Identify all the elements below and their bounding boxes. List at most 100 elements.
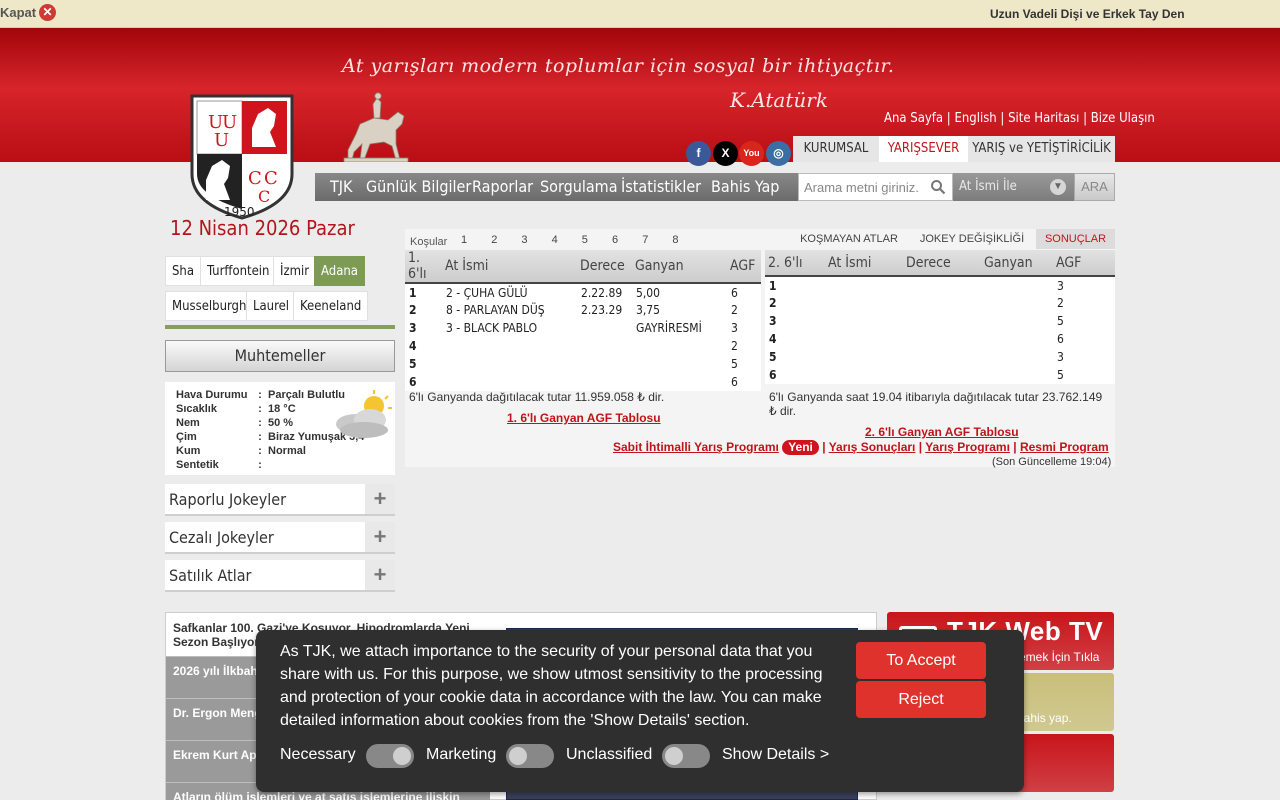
accordion-label: Satılık Atlar: [169, 566, 252, 585]
table-cell: 6: [769, 368, 777, 382]
close-notice-label[interactable]: Kapat: [0, 5, 36, 20]
x-icon[interactable]: X: [713, 141, 738, 166]
tab-jokey-degisikligi[interactable]: JOKEY DEĞİŞİKLİĞİ: [911, 229, 1033, 249]
city-keeneland[interactable]: Keeneland: [293, 291, 369, 321]
col-header: Ganyan: [981, 250, 1053, 277]
agf-table-link-1[interactable]: 1. 6'lı Ganyan AGF Tablosu: [507, 411, 661, 425]
new-badge[interactable]: Yeni: [782, 440, 819, 455]
muhtemeller-button[interactable]: Muhtemeller: [165, 340, 395, 372]
tab-sonuclar[interactable]: SONUÇLAR: [1036, 229, 1115, 249]
table-row[interactable]: 22: [765, 294, 1115, 312]
colon: :: [258, 403, 262, 415]
table-row[interactable]: 42: [405, 337, 761, 355]
city-adana[interactable]: Adana: [314, 256, 365, 286]
nav-bahis-yap[interactable]: Bahis Yap: [711, 173, 779, 201]
colon: :: [258, 431, 262, 443]
accordion-cezali-jokeyler[interactable]: Cezalı Jokeyler +: [165, 522, 395, 554]
table-row[interactable]: 55: [405, 355, 761, 373]
city-musselburgh[interactable]: Musselburgh: [165, 291, 254, 321]
city-laurel[interactable]: Laurel: [246, 291, 297, 321]
search-button[interactable]: ARA: [1074, 173, 1115, 201]
reject-button[interactable]: Reject: [856, 681, 986, 718]
race-number-2[interactable]: 2: [491, 234, 497, 246]
race-number-5[interactable]: 5: [582, 234, 588, 246]
nav-sorgulama[interactable]: Sorgulama: [540, 173, 618, 201]
table-cell: 5: [409, 357, 417, 371]
city-turffontein[interactable]: Turffontein: [200, 256, 277, 286]
close-icon[interactable]: ✕: [39, 4, 56, 21]
race-results-link[interactable]: Yarış Sonuçları: [829, 440, 916, 454]
table-cell: [442, 355, 577, 373]
table-row[interactable]: 65: [765, 366, 1115, 384]
table-cell: 3: [731, 321, 738, 335]
table-cell: [632, 373, 727, 391]
nav-istatistikler[interactable]: İstatistikler: [621, 173, 701, 201]
race-program-link[interactable]: Yarış Programı: [925, 440, 1010, 454]
table-row[interactable]: 3 3 - BLACK PABLO GAYRİRESMİ 3: [405, 319, 761, 337]
table-cell: [825, 366, 903, 384]
table-cell: [577, 355, 632, 373]
table-row[interactable]: 13: [765, 276, 1115, 294]
accordion-raporlu-jokeyler[interactable]: Raporlu Jokeyler +: [165, 484, 395, 516]
table-row[interactable]: 66: [405, 373, 761, 391]
nav-tjk[interactable]: TJK: [330, 173, 352, 201]
home-link[interactable]: Ana Sayfa: [884, 111, 943, 126]
instagram-icon[interactable]: ◎: [766, 141, 791, 166]
table-cell: 3: [1057, 350, 1064, 364]
table-cell: [903, 348, 981, 366]
english-link[interactable]: English: [954, 111, 996, 126]
city-izmir[interactable]: İzmir: [273, 256, 317, 286]
search-icon[interactable]: [930, 179, 946, 195]
table-row[interactable]: 35: [765, 312, 1115, 330]
table-row[interactable]: 1 2 - ÇUHA GÜLÜ 2.22.89 5,00 6: [405, 283, 761, 301]
nav-gunluk-bilgiler[interactable]: Günlük Bilgiler: [366, 173, 471, 201]
plus-icon[interactable]: +: [365, 484, 395, 514]
accept-button[interactable]: To Accept: [856, 642, 986, 679]
facebook-icon[interactable]: f: [686, 141, 711, 166]
official-program-link[interactable]: Resmi Program: [1020, 440, 1109, 454]
sabit-program-link[interactable]: Sabit İhtimalli Yarış Programı: [613, 440, 779, 454]
weather-value: [266, 458, 366, 472]
youtube-icon[interactable]: You: [739, 141, 764, 166]
sitemap-link[interactable]: Site Haritası: [1008, 111, 1079, 126]
partly-cloudy-icon: [336, 390, 392, 438]
race-number-7[interactable]: 7: [642, 234, 648, 246]
accordion-label: Cezalı Jokeyler: [169, 528, 274, 547]
unclassified-toggle[interactable]: [662, 744, 710, 768]
table-cell: 3 - BLACK PABLO: [446, 321, 538, 335]
table-cell: 2.22.89: [581, 285, 623, 300]
race-number-4[interactable]: 4: [552, 234, 558, 246]
weather-key: Sentetik: [176, 459, 219, 471]
table-row[interactable]: 2 8 - PARLAYAN DÜŞ 2.23.29 3,75 2: [405, 301, 761, 319]
race-number-8[interactable]: 8: [672, 234, 678, 246]
weather-key: Çim: [176, 431, 197, 443]
table-cell: 5: [769, 350, 777, 364]
race-number-1[interactable]: 1: [461, 234, 467, 246]
news-ticker[interactable]: Uzun Vadeli Dişi ve Erkek Tay Dene: [990, 7, 1185, 21]
chevron-down-icon[interactable]: ▼: [1050, 179, 1066, 195]
marketing-toggle[interactable]: [506, 744, 554, 768]
necessary-label: Necessary: [280, 746, 356, 763]
weather-key: Hava Durumu: [176, 389, 248, 401]
necessary-toggle[interactable]: [366, 744, 414, 768]
plus-icon[interactable]: +: [365, 522, 395, 552]
accordion-label: Raporlu Jokeyler: [169, 490, 286, 509]
table-row[interactable]: 46: [765, 330, 1115, 348]
nav-raporlar[interactable]: Raporlar: [472, 173, 533, 201]
header-motto: At yarışları modern toplumlar için sosya…: [342, 55, 895, 77]
accordion-satilik-atlar[interactable]: Satılık Atlar +: [165, 560, 395, 592]
race-number-3[interactable]: 3: [521, 234, 527, 246]
tab-kosmayan-atlar[interactable]: KOŞMAYAN ATLAR: [792, 229, 906, 249]
tab-yarissever[interactable]: YARIŞSEVER: [879, 136, 968, 162]
tjk-logo[interactable]: U U U C C C 1950: [188, 92, 296, 220]
table-cell: [577, 373, 632, 391]
agf-table-link-2[interactable]: 2. 6'lı Ganyan AGF Tablosu: [865, 425, 1019, 439]
tab-kurumsal[interactable]: KURUMSAL: [793, 136, 879, 162]
tab-yaris-yetistiricilik[interactable]: YARIŞ ve YETİŞTİRİCİLİK: [968, 136, 1115, 162]
city-sha[interactable]: Sha: [165, 256, 202, 286]
race-number-6[interactable]: 6: [612, 234, 618, 246]
show-details-link[interactable]: Show Details >: [722, 746, 829, 764]
table-row[interactable]: 53: [765, 348, 1115, 366]
contact-link[interactable]: Bize Ulaşın: [1091, 111, 1155, 126]
plus-icon[interactable]: +: [365, 560, 395, 590]
